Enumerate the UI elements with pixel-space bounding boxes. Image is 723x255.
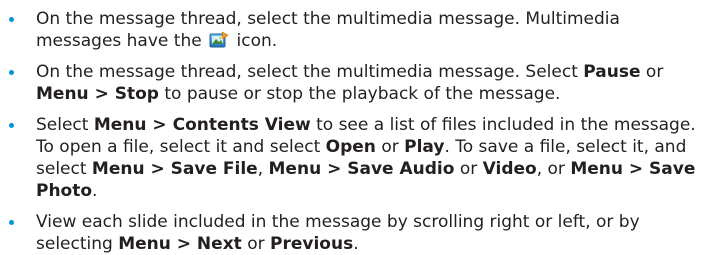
item-text: or [640,62,664,82]
list-item: On the message thread, select the multim… [6,8,703,52]
item-text: , or [536,159,571,179]
ui-term: Menu > Next [118,234,242,254]
ui-term: Open [325,137,376,157]
ui-term: Pause [583,62,641,82]
list-item: Select Menu > Contents View to see a lis… [6,114,703,202]
item-text: or [241,234,270,254]
multimedia-message-icon [209,31,229,48]
list-item: On the message thread, select the multim… [6,61,703,105]
ui-term: Menu > Contents View [93,115,311,135]
ui-term: Video [482,159,537,179]
item-text: or [375,137,405,157]
item-text: icon. [236,31,278,51]
item-text: , [257,159,269,179]
ui-term: Previous [270,234,354,254]
ui-term: Play [404,137,445,157]
bullet-dot [9,123,14,128]
item-text: or [454,159,483,179]
bullet-dot [9,17,14,22]
ui-term: Menu > Save Audio [268,159,455,179]
ui-term: Menu > Save File [91,159,258,179]
item-text: . [92,181,98,201]
item-text: On the message thread, select the multim… [36,9,620,51]
list-item: View each slide included in the message … [6,211,703,255]
item-text: . [353,234,359,254]
ui-term: Menu > Stop [36,84,159,104]
bullet-dot [9,70,14,75]
item-text: Select [36,115,94,135]
document-page: On the message thread, select the multim… [0,0,723,255]
instruction-list: On the message thread, select the multim… [6,8,703,255]
item-text: On the message thread, select the multim… [36,62,584,82]
bullet-dot [9,220,14,225]
item-text: to pause or stop the playback of the mes… [158,84,561,104]
